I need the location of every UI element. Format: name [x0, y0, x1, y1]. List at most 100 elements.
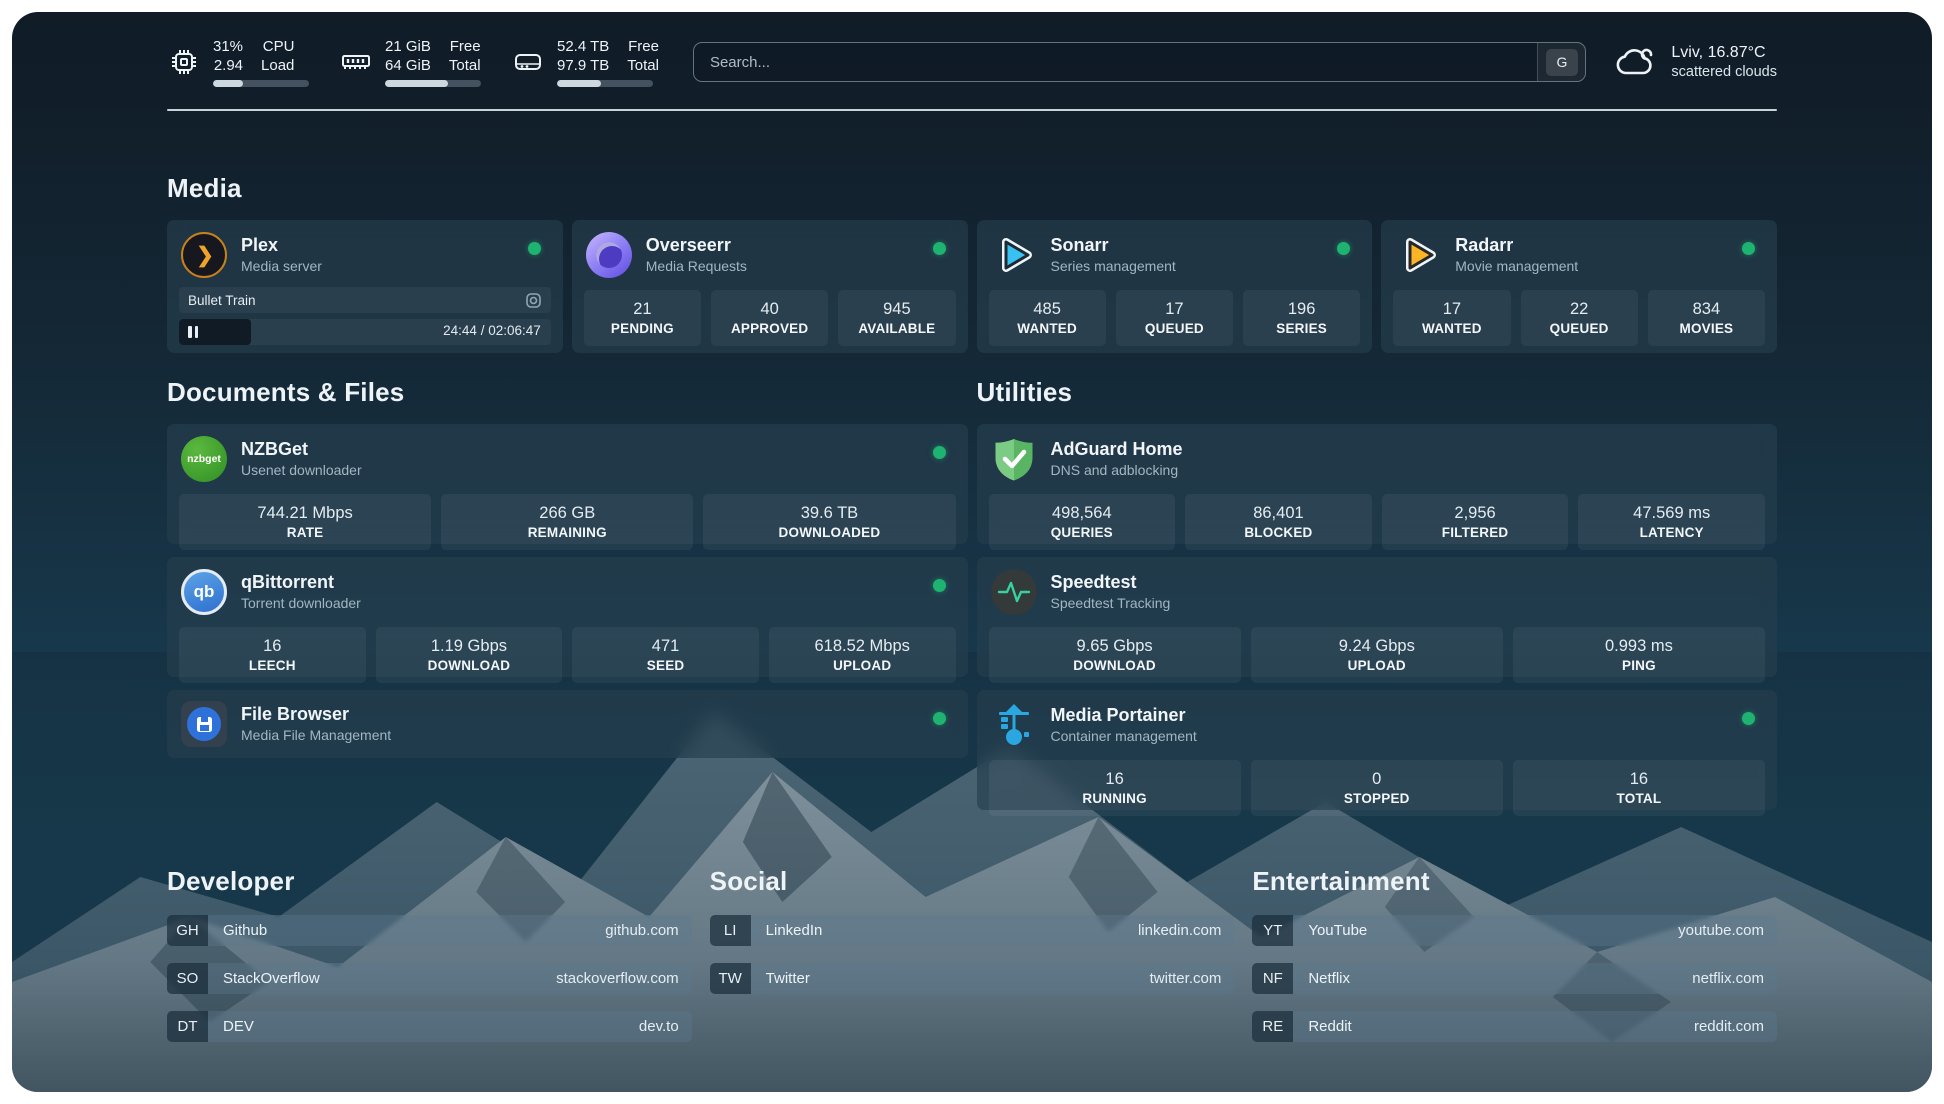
- app-desc: Media File Management: [241, 726, 391, 745]
- playback-time: 24:44 / 02:06:47: [443, 323, 541, 338]
- disk-icon: [511, 45, 545, 79]
- bookmark-name: Reddit: [1293, 1018, 1694, 1035]
- cpu-loadavg: 2.94: [214, 56, 243, 75]
- memory-progress-track: [385, 80, 481, 87]
- app-name: Media Portainer: [1051, 704, 1197, 727]
- app-card-filebrowser[interactable]: File Browser Media File Management: [167, 690, 968, 758]
- app-card-qbittorrent[interactable]: qb qBittorrent Torrent downloader 16 LEE…: [167, 557, 968, 677]
- section-title-documents: Documents & Files: [167, 377, 968, 408]
- status-dot-online: [1742, 712, 1755, 725]
- nzbget-icon: nzbget: [181, 436, 227, 482]
- status-dot-online: [933, 579, 946, 592]
- search-engine-label: G: [1546, 49, 1578, 76]
- bookmark-name: YouTube: [1293, 922, 1678, 939]
- disk-free: 52.4 TB: [557, 37, 609, 56]
- status-dot-online: [528, 242, 541, 255]
- cpu-widget: 31% 2.94 CPU Load: [167, 37, 309, 87]
- overseerr-icon: [586, 232, 632, 278]
- stat-wanted: 485 WANTED: [989, 290, 1106, 346]
- app-card-plex[interactable]: ❯ Plex Media server Bullet Train: [167, 220, 563, 353]
- stat-queued: 17 QUEUED: [1116, 290, 1233, 346]
- app-name: Radarr: [1455, 234, 1578, 257]
- bookmark-group-social: Social LI LinkedIn linkedin.com TW Twitt…: [710, 866, 1235, 1042]
- app-card-portainer[interactable]: Media Portainer Container management 16 …: [977, 690, 1778, 810]
- bookmark-youtube[interactable]: YT YouTube youtube.com: [1252, 915, 1777, 946]
- app-desc: Movie management: [1455, 257, 1578, 276]
- stat-queued: 22 QUEUED: [1521, 290, 1638, 346]
- bookmark-reddit[interactable]: RE Reddit reddit.com: [1252, 1011, 1777, 1042]
- app-name: NZBGet: [241, 438, 362, 461]
- disk-free-label: Free: [628, 37, 659, 56]
- stat-upload: 618.52 Mbps UPLOAD: [769, 627, 956, 683]
- section-title-developer: Developer: [167, 866, 692, 897]
- memory-free: 21 GiB: [385, 37, 431, 56]
- session-info-icon[interactable]: [525, 292, 542, 309]
- qbittorrent-icon: qb: [181, 569, 227, 615]
- bookmark-name: StackOverflow: [208, 970, 556, 987]
- app-desc: Speedtest Tracking: [1051, 594, 1171, 613]
- header-divider: [167, 109, 1777, 111]
- section-title-social: Social: [710, 866, 1235, 897]
- bookmark-group-developer: Developer GH Github github.com SO StackO…: [167, 866, 692, 1042]
- bookmark-abbr: YT: [1252, 915, 1293, 946]
- weather-condition: scattered clouds: [1671, 63, 1777, 82]
- disk-progress-track: [557, 80, 653, 87]
- app-card-overseerr[interactable]: Overseerr Media Requests 21 PENDING 40 A…: [572, 220, 968, 353]
- bookmark-linkedin[interactable]: LI LinkedIn linkedin.com: [710, 915, 1235, 946]
- stat-series: 196 SERIES: [1243, 290, 1360, 346]
- disk-widget: 52.4 TB 97.9 TB Free Total: [511, 37, 659, 87]
- app-card-sonarr[interactable]: Sonarr Series management 485 WANTED 17 Q…: [977, 220, 1373, 353]
- stat-stopped: 0 STOPPED: [1251, 760, 1503, 816]
- app-card-speedtest[interactable]: Speedtest Speedtest Tracking 9.65 Gbps D…: [977, 557, 1778, 677]
- search-input[interactable]: [694, 43, 1537, 81]
- bookmark-stackoverflow[interactable]: SO StackOverflow stackoverflow.com: [167, 963, 692, 994]
- stat-wanted: 17 WANTED: [1393, 290, 1510, 346]
- stat-leech: 16 LEECH: [179, 627, 366, 683]
- bookmark-abbr: GH: [167, 915, 208, 946]
- status-dot-online: [1742, 242, 1755, 255]
- disk-total-label: Total: [627, 56, 659, 75]
- memory-total: 64 GiB: [385, 56, 431, 75]
- filebrowser-icon: [181, 701, 227, 747]
- app-card-radarr[interactable]: Radarr Movie management 17 WANTED 22 QUE…: [1381, 220, 1777, 353]
- bookmark-netflix[interactable]: NF Netflix netflix.com: [1252, 963, 1777, 994]
- app-name: qBittorrent: [241, 571, 361, 594]
- cpu-percent: 31%: [213, 37, 243, 56]
- app-desc: Container management: [1051, 727, 1197, 746]
- cloud-icon: [1614, 44, 1658, 80]
- bookmark-dev[interactable]: DT DEV dev.to: [167, 1011, 692, 1042]
- app-name: Plex: [241, 234, 322, 257]
- app-name: File Browser: [241, 703, 391, 726]
- app-name: Sonarr: [1051, 234, 1176, 257]
- bookmark-name: DEV: [208, 1018, 639, 1035]
- bookmark-url: twitter.com: [1150, 970, 1235, 987]
- stat-latency: 47.569 ms LATENCY: [1578, 494, 1765, 550]
- app-card-adguard[interactable]: AdGuard Home DNS and adblocking 498,564 …: [977, 424, 1778, 544]
- cpu-label: CPU: [263, 37, 295, 56]
- app-name: AdGuard Home: [1051, 438, 1183, 461]
- bookmark-name: Github: [208, 922, 605, 939]
- bookmark-abbr: LI: [710, 915, 751, 946]
- bookmark-abbr: RE: [1252, 1011, 1293, 1042]
- stat-approved: 40 APPROVED: [711, 290, 828, 346]
- disk-total: 97.9 TB: [557, 56, 609, 75]
- app-card-nzbget[interactable]: nzbget NZBGet Usenet downloader 744.21 M…: [167, 424, 968, 544]
- bookmark-url: netflix.com: [1692, 970, 1777, 987]
- app-desc: Series management: [1051, 257, 1176, 276]
- status-dot-online: [933, 712, 946, 725]
- stat-downloaded: 39.6 TB DOWNLOADED: [703, 494, 955, 550]
- bookmark-abbr: SO: [167, 963, 208, 994]
- bookmark-abbr: DT: [167, 1011, 208, 1042]
- bookmark-name: Netflix: [1293, 970, 1692, 987]
- app-desc: Torrent downloader: [241, 594, 361, 613]
- stat-movies: 834 MOVIES: [1648, 290, 1765, 346]
- bookmark-github[interactable]: GH Github github.com: [167, 915, 692, 946]
- bookmark-url: dev.to: [639, 1018, 692, 1035]
- bookmark-twitter[interactable]: TW Twitter twitter.com: [710, 963, 1235, 994]
- search-engine-button[interactable]: G: [1537, 43, 1585, 81]
- radarr-icon: [1395, 232, 1441, 278]
- top-bar: 31% 2.94 CPU Load: [167, 36, 1777, 88]
- weather-location-temp: Lviv, 16.87°C: [1671, 42, 1777, 63]
- bookmark-url: linkedin.com: [1138, 922, 1234, 939]
- stat-filtered: 2,956 FILTERED: [1382, 494, 1569, 550]
